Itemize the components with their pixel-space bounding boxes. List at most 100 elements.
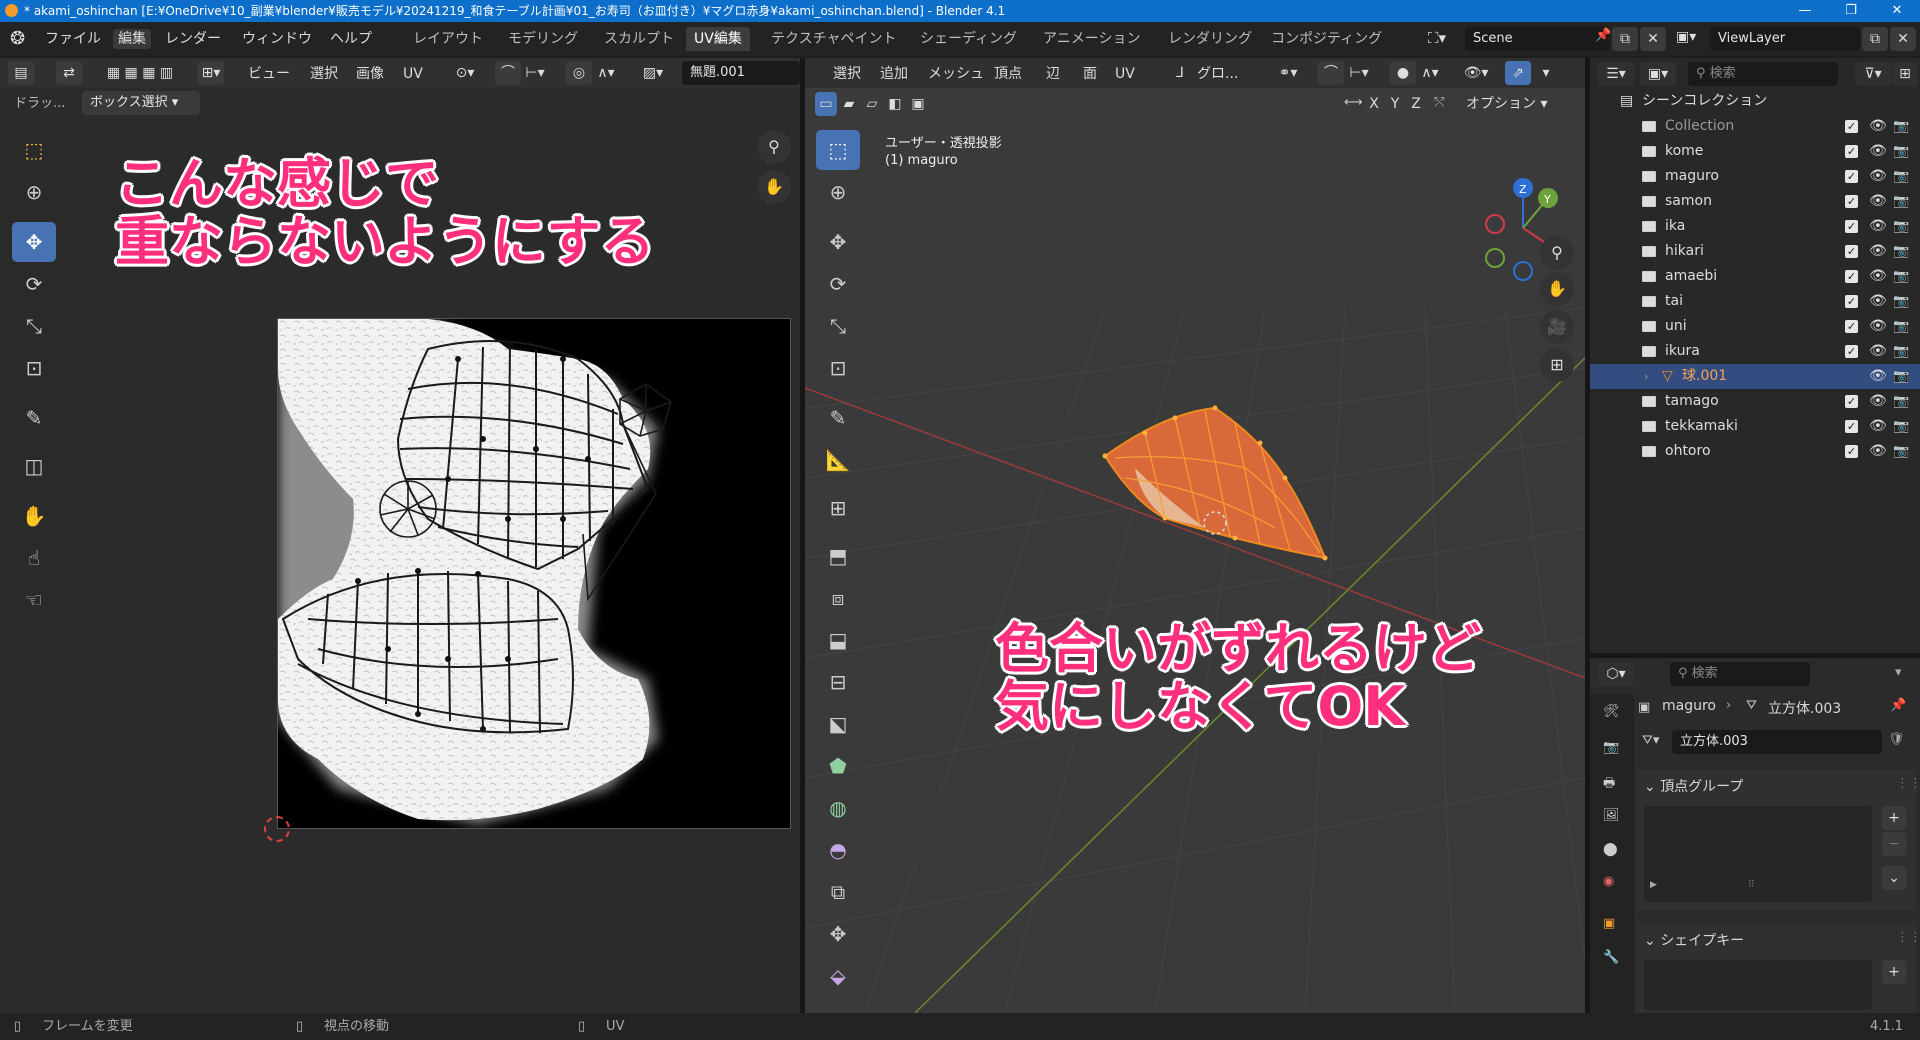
inset-tool-icon[interactable]: ⧈ [816, 578, 860, 618]
outliner-item[interactable]: tai ✓ 👁 📷 [1590, 289, 1920, 314]
vp-menu-select[interactable]: 選択 [833, 64, 861, 84]
select-invert-icon[interactable]: ◧ [884, 92, 906, 116]
select-intersect-icon[interactable]: ▣ [907, 92, 929, 116]
relax-tool-icon[interactable]: ☝ [12, 538, 56, 578]
outliner-item[interactable]: tekkamaki ✓ 👁 📷 [1590, 414, 1920, 439]
exclude-checkbox[interactable]: ✓ [1845, 220, 1858, 233]
edge-slide-tool-icon[interactable]: ⧉ [816, 872, 860, 912]
modifier-tab-icon[interactable]: 🔧 [1603, 950, 1619, 965]
render-camera-icon[interactable]: 📷 [1893, 139, 1909, 164]
exclude-checkbox[interactable]: ✓ [1845, 195, 1858, 208]
list-resize-icon[interactable]: ⠿ [1748, 880, 1755, 890]
render-camera-icon[interactable]: 📷 [1893, 189, 1909, 214]
outliner-item[interactable]: hikari ✓ 👁 📷 [1590, 239, 1920, 264]
outliner-item[interactable]: ohtoro ✓ 👁 📷 [1590, 439, 1920, 464]
tab-rendering[interactable]: レンダリング [1160, 27, 1260, 51]
uv-image-canvas[interactable] [277, 318, 791, 829]
outliner-item[interactable]: › ▽ 球.001 👁 📷 [1590, 364, 1920, 389]
outliner-search[interactable]: ⚲ 検索 [1688, 62, 1838, 86]
select-subtract-icon[interactable]: ▱ [861, 92, 883, 116]
tool-tab-icon[interactable]: 🛠 [1603, 704, 1620, 719]
shrink-fatten-tool-icon[interactable]: ✥ [816, 914, 860, 954]
menu-edit[interactable]: 編集 [113, 29, 151, 49]
add-cube-tool-icon[interactable]: ⊞ [816, 488, 860, 528]
editor-type-icon[interactable]: ▤ [8, 61, 34, 85]
select-new-icon[interactable]: ▭ [815, 92, 837, 116]
gizmo-toggle-icon[interactable]: ⇗ [1505, 61, 1531, 85]
vp-annotate-tool-icon[interactable]: ✎ [816, 398, 860, 438]
outliner-item[interactable]: maguro ✓ 👁 📷 [1590, 164, 1920, 189]
exclude-checkbox[interactable]: ✓ [1845, 145, 1858, 158]
exclude-checkbox[interactable]: ✓ [1845, 320, 1858, 333]
spin-tool-icon[interactable]: ◍ [816, 788, 860, 828]
vp-menu-vertex[interactable]: 頂点 [994, 64, 1022, 84]
maximize-button[interactable]: ❐ [1828, 0, 1874, 22]
viewlayer-field[interactable]: ViewLayer [1710, 27, 1860, 51]
vp-proportional-icon[interactable]: ● [1390, 61, 1416, 85]
render-camera-icon[interactable]: 📷 [1893, 389, 1909, 414]
visibility-icon[interactable]: 👁▾ [1463, 61, 1489, 85]
mirror-x-button[interactable]: X [1364, 92, 1384, 116]
render-camera-icon[interactable]: 📷 [1893, 289, 1909, 314]
pivot-icon[interactable]: ⊙▾ [452, 61, 478, 85]
shape-key-list[interactable] [1644, 960, 1872, 1010]
select-extend-icon[interactable]: ▰ [838, 92, 860, 116]
exclude-checkbox[interactable]: ✓ [1845, 245, 1858, 258]
mesh-data-icon[interactable]: ⛛▾ [1642, 733, 1659, 748]
visibility-eye-icon[interactable]: 👁 [1869, 289, 1887, 314]
rotate-tool-icon[interactable]: ⟳ [12, 264, 56, 304]
visibility-eye-icon[interactable]: 👁 [1869, 264, 1887, 289]
transform-tool-icon[interactable]: ⊡ [12, 348, 56, 388]
pivot-point-icon[interactable]: ⚭▾ [1275, 61, 1301, 85]
uv-menu-select[interactable]: 選択 [310, 64, 338, 84]
mirror-y-button[interactable]: Y [1385, 92, 1405, 116]
render-camera-icon[interactable]: 📷 [1893, 339, 1909, 364]
exclude-checkbox[interactable]: ✓ [1845, 420, 1858, 433]
cursor-tool-icon[interactable]: ⊕ [12, 172, 56, 212]
proportional-edit-icon[interactable]: ◎ [566, 61, 592, 85]
pan-hand-icon[interactable]: ✋ [757, 170, 791, 204]
mirror-z-button[interactable]: Z [1406, 92, 1426, 116]
vp-menu-face[interactable]: 面 [1083, 64, 1097, 84]
vertex-group-menu-icon[interactable]: ⌄ [1882, 866, 1906, 890]
vertex-groups-header[interactable]: ⌄ 頂点グループ [1644, 776, 1743, 796]
vp-snap-target-icon[interactable]: ⊢▾ [1346, 61, 1372, 85]
shape-keys-header[interactable]: ⌄ シェイプキー [1644, 930, 1744, 950]
exclude-checkbox[interactable]: ✓ [1845, 295, 1858, 308]
scene-field[interactable]: Scene [1465, 27, 1610, 51]
transform-orientation-dropdown[interactable]: グロ... [1197, 64, 1238, 84]
outliner-type-icon[interactable]: ☰▾ [1598, 62, 1634, 86]
outliner-item[interactable]: ikura ✓ 👁 📷 [1590, 339, 1920, 364]
shape-drag-handle-icon[interactable]: ⋮⋮ [1896, 930, 1920, 945]
render-tab-icon[interactable]: 📷 [1603, 740, 1619, 755]
rip-tool-icon[interactable]: ◫ [12, 446, 56, 486]
outliner-item[interactable]: uni ✓ 👁 📷 [1590, 314, 1920, 339]
render-camera-icon[interactable]: 📷 [1893, 439, 1909, 464]
scene-icon[interactable]: ⛶▾ [1428, 29, 1446, 47]
visibility-eye-icon[interactable]: 👁 [1869, 189, 1887, 214]
pin-icon[interactable]: 📌 [1595, 28, 1611, 43]
3d-viewport[interactable]: Z Y X [805, 58, 1585, 1013]
vertex-group-list[interactable]: ▶ ⠿ [1644, 806, 1872, 902]
drag-mode-dropdown[interactable]: ボックス選択 ▾ [82, 91, 200, 115]
render-camera-icon[interactable]: 📷 [1893, 114, 1909, 139]
blender-logo-icon[interactable]: ❂ [10, 28, 25, 49]
gizmo-dropdown-icon[interactable]: ▾ [1533, 61, 1559, 85]
auto-merge-icon[interactable]: ⤲ [1434, 95, 1444, 110]
select-mode-icons[interactable]: ▦ ▦ ▦ ▥ [92, 61, 188, 85]
ortho-toggle-icon[interactable]: ⊞ [1540, 348, 1574, 382]
outliner-item[interactable]: Collection ✓ 👁 📷 [1590, 114, 1920, 139]
falloff-icon[interactable]: ∧▾ [593, 61, 619, 85]
sticky-select-icon[interactable]: ⊞▾ [198, 61, 224, 85]
tab-shading[interactable]: シェーディング [912, 27, 1025, 51]
visibility-eye-icon[interactable]: 👁 [1869, 164, 1887, 189]
extrude-tool-icon[interactable]: ⬒ [816, 536, 860, 576]
visibility-eye-icon[interactable]: 👁 [1869, 139, 1887, 164]
filter-icon[interactable]: ⊽▾ [1855, 62, 1891, 86]
render-camera-icon[interactable]: 📷 [1893, 364, 1909, 389]
visibility-eye-icon[interactable]: 👁 [1869, 414, 1887, 439]
uv-menu-view[interactable]: ビュー [248, 64, 290, 84]
tab-texture-paint[interactable]: テクスチャペイント [763, 27, 904, 51]
scene-tab-icon[interactable]: ⬤ [1603, 842, 1618, 857]
vp-zoom-icon[interactable]: ⚲ [1540, 236, 1574, 270]
